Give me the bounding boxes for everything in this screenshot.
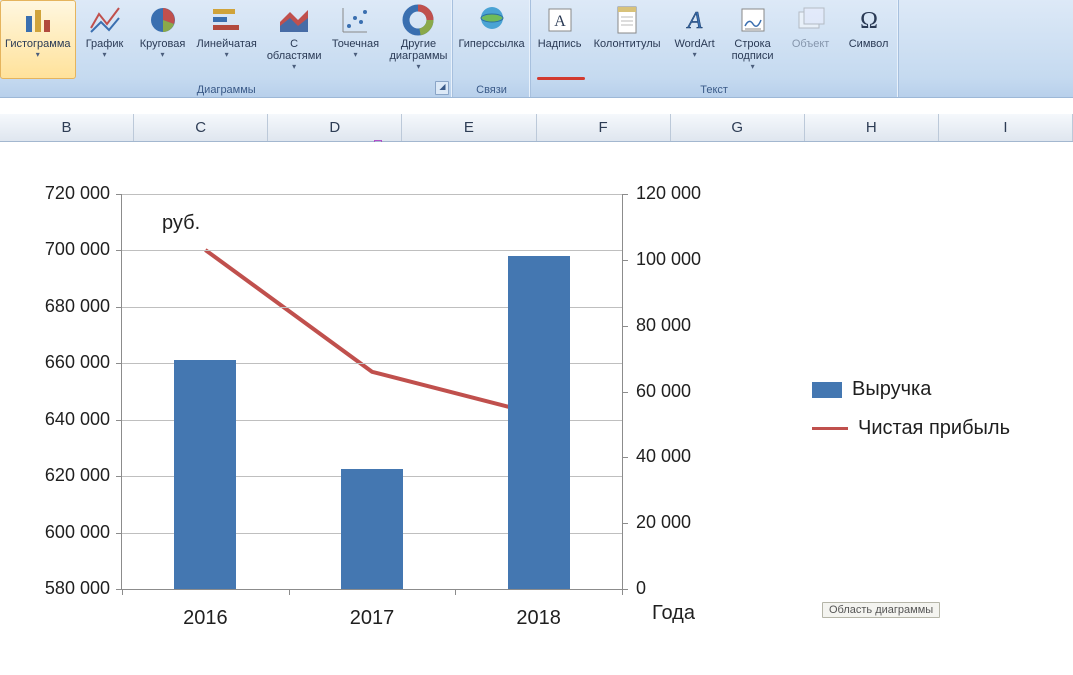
bar[interactable]: [174, 360, 236, 589]
svg-text:Ω: Ω: [860, 8, 878, 34]
column-header-row: B C D E F G H I: [0, 114, 1073, 142]
svg-text:A: A: [554, 13, 566, 30]
column-header[interactable]: H: [805, 114, 939, 141]
column-header[interactable]: C: [134, 114, 268, 141]
signature-icon: [737, 4, 769, 36]
ribbon-btn-label: Символ: [849, 38, 889, 50]
gridline: [122, 194, 622, 195]
dropdown-arrow-icon: ▾: [751, 63, 755, 71]
object-icon: [795, 4, 827, 36]
svg-text:A: A: [685, 8, 702, 34]
dropdown-arrow-icon: ▾: [225, 51, 229, 59]
ribbon-btn-label: Объект: [792, 38, 829, 50]
ribbon: Гистограмма ▾ График ▾ Круговая ▾: [0, 0, 1073, 98]
dropdown-arrow-icon: ▾: [103, 51, 107, 59]
chart-legend: Выручка Чистая прибыль: [812, 362, 1010, 456]
ribbon-group-charts: Гистограмма ▾ График ▾ Круговая ▾: [0, 0, 453, 97]
pie-chart-icon: [147, 4, 179, 36]
line-chart-icon: [89, 4, 121, 36]
legend-item: Выручка: [812, 378, 1010, 401]
legend-label: Чистая прибыль: [858, 417, 1010, 440]
worksheet-area[interactable]: 580 000600 000620 000640 000660 000680 0…: [0, 142, 1073, 675]
highlight-underline: [537, 77, 585, 80]
column-header[interactable]: G: [671, 114, 805, 141]
ribbon-btn-signature-line[interactable]: Строка подписи ▾: [724, 0, 782, 79]
column-header[interactable]: E: [402, 114, 536, 141]
chart-tooltip: Область диаграммы: [822, 602, 940, 618]
ribbon-btn-scatter-chart[interactable]: Точечная ▾: [326, 0, 384, 79]
legend-swatch-line: [812, 427, 848, 430]
dropdown-arrow-icon: ▾: [161, 51, 165, 59]
ribbon-btn-object[interactable]: Объект: [782, 0, 840, 79]
ribbon-btn-label: Колонтитулы: [594, 38, 661, 50]
wordart-icon: A: [679, 4, 711, 36]
plot-area[interactable]: [122, 194, 622, 589]
ribbon-btn-label: Точечная: [332, 38, 379, 50]
dropdown-arrow-icon: ▾: [693, 51, 697, 59]
unit-annotation: руб.: [162, 212, 200, 235]
bar[interactable]: [341, 469, 403, 589]
ribbon-btn-symbol[interactable]: Ω Символ: [840, 0, 898, 79]
ribbon-btn-label: Строка подписи: [732, 38, 774, 62]
dialog-launcher-icon[interactable]: ◢: [435, 81, 449, 95]
scatter-chart-icon: [339, 4, 371, 36]
ribbon-btn-hyperlink[interactable]: Гиперссылка: [453, 0, 529, 79]
ribbon-group-title: Текст: [531, 84, 898, 96]
ribbon-btn-wordart[interactable]: A WordArt ▾: [666, 0, 724, 79]
ribbon-btn-label: Круговая: [140, 38, 186, 50]
x-category-label: 2016: [183, 607, 228, 630]
x-axis-title: Года: [652, 602, 695, 625]
omega-icon: Ω: [853, 4, 885, 36]
column-header[interactable]: D: [268, 114, 402, 141]
ribbon-btn-area-chart[interactable]: С областями ▾: [262, 0, 327, 79]
column-header[interactable]: B: [0, 114, 134, 141]
legend-label: Выручка: [852, 378, 931, 401]
ribbon-btn-pie-chart[interactable]: Круговая ▾: [134, 0, 192, 79]
ribbon-btn-label: График: [86, 38, 124, 50]
ribbon-btn-label: Другие диаграммы: [389, 38, 447, 62]
column-header[interactable]: I: [939, 114, 1073, 141]
x-category-label: 2018: [516, 607, 561, 630]
ribbon-group-title: Связи: [453, 84, 529, 96]
dropdown-arrow-icon: ▾: [353, 51, 357, 59]
chart-area[interactable]: 580 000600 000620 000640 000660 000680 0…: [12, 162, 1073, 655]
x-category-label: 2017: [350, 607, 395, 630]
ribbon-btn-textbox[interactable]: A Надпись: [531, 0, 589, 79]
ribbon-btn-line-chart[interactable]: График ▾: [76, 0, 134, 79]
ribbon-group-links: Гиперссылка Связи: [453, 0, 530, 97]
legend-swatch-bar: [812, 382, 842, 398]
ribbon-btn-histogram[interactable]: Гистограмма ▾: [0, 0, 76, 79]
dropdown-arrow-icon: ▾: [416, 63, 420, 71]
area-chart-icon: [278, 4, 310, 36]
page-icon: [611, 4, 643, 36]
ribbon-btn-label: Гиперссылка: [458, 38, 524, 50]
globe-icon: [476, 4, 508, 36]
ribbon-btn-headerfooter[interactable]: Колонтитулы: [589, 0, 666, 79]
ribbon-btn-bar-chart[interactable]: Линейчатая ▾: [192, 0, 262, 79]
donut-chart-icon: [402, 4, 434, 36]
ribbon-group-text: A Надпись Колонтитулы A WordArt ▾: [531, 0, 899, 97]
legend-item: Чистая прибыль: [812, 417, 1010, 440]
ribbon-btn-label: Гистограмма: [5, 38, 71, 50]
column-header[interactable]: F: [537, 114, 671, 141]
textbox-icon: A: [544, 4, 576, 36]
ribbon-btn-label: WordArt: [675, 38, 715, 50]
gridline: [122, 250, 622, 251]
dropdown-arrow-icon: ▾: [292, 63, 296, 71]
dropdown-arrow-icon: ▾: [36, 51, 40, 59]
bar-chart-icon: [211, 4, 243, 36]
ribbon-group-title: Диаграммы: [0, 84, 452, 96]
ribbon-btn-label: С областями: [267, 38, 322, 62]
ribbon-btn-label: Линейчатая: [197, 38, 257, 50]
ribbon-btn-other-charts[interactable]: Другие диаграммы ▾: [384, 0, 452, 79]
bar[interactable]: [508, 256, 570, 589]
ribbon-btn-label: Надпись: [538, 38, 582, 50]
column-chart-icon: [22, 4, 54, 36]
